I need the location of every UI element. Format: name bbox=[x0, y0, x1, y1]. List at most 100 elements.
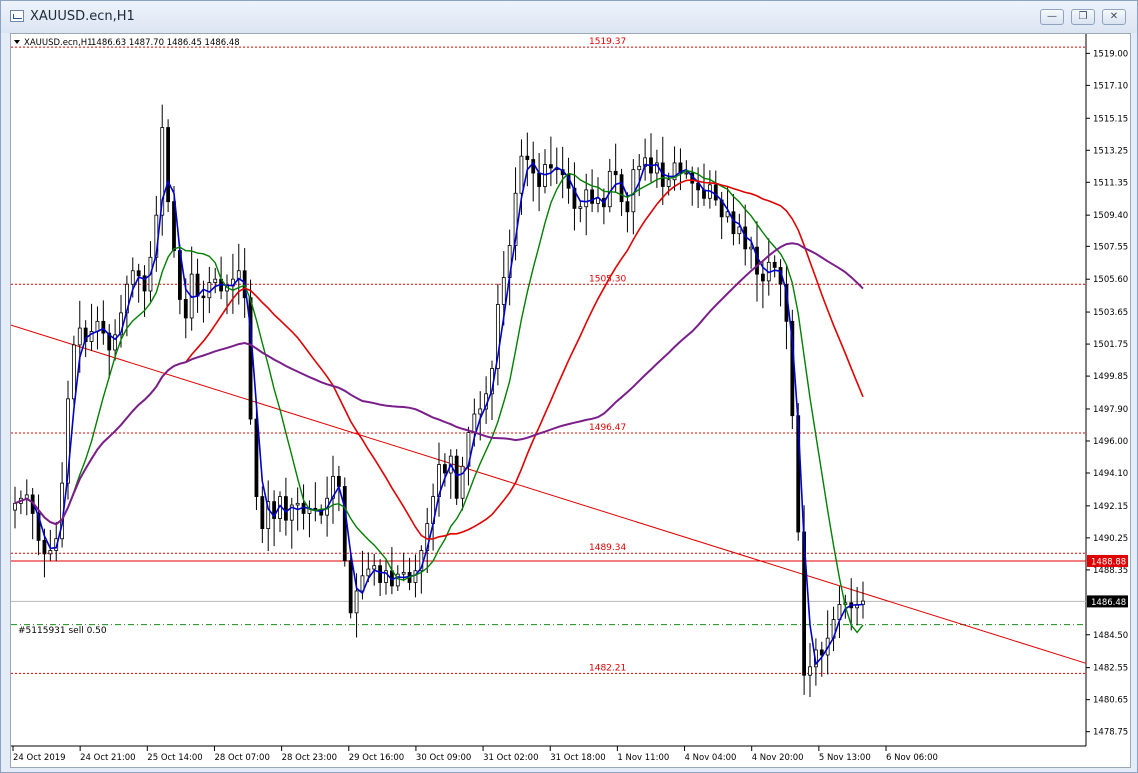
header-dropdown-icon[interactable] bbox=[14, 40, 20, 44]
candle bbox=[619, 168, 624, 216]
price-tick-label: 1490.25 bbox=[1093, 534, 1128, 544]
candle bbox=[95, 306, 100, 350]
candle bbox=[30, 487, 35, 540]
candle bbox=[166, 119, 171, 213]
candle bbox=[784, 265, 789, 350]
candle-body-down bbox=[342, 486, 347, 562]
candle bbox=[737, 213, 742, 245]
price-tick-label: 1509.40 bbox=[1093, 211, 1128, 221]
restore-icon: ❐ bbox=[1078, 11, 1088, 22]
price-axis: 1519.00 1517.10 1515.15 1513.25 1511.35 1509.… bbox=[1086, 49, 1128, 738]
candle-body-up bbox=[130, 270, 135, 285]
candle-body-down bbox=[625, 201, 630, 213]
time-tick-label: 24 Oct 21:00 bbox=[80, 753, 135, 763]
candle bbox=[601, 188, 606, 225]
candle-body-up bbox=[808, 666, 812, 676]
candle bbox=[707, 170, 712, 209]
close-icon: ✕ bbox=[1109, 11, 1119, 22]
candle-body-down bbox=[260, 496, 265, 530]
candle-body-down bbox=[731, 211, 736, 235]
price-tick-label: 1497.90 bbox=[1093, 405, 1128, 415]
window-title: XAUUSD.ecn,H1 bbox=[30, 9, 135, 24]
candle bbox=[548, 136, 553, 187]
candle-body-down bbox=[760, 273, 765, 282]
candle bbox=[625, 192, 630, 233]
candle bbox=[24, 479, 29, 516]
ma-fast-line bbox=[14, 161, 864, 666]
candle bbox=[60, 462, 65, 548]
candle bbox=[855, 586, 860, 626]
candle bbox=[201, 280, 206, 323]
candle bbox=[266, 480, 271, 552]
candle-body-up bbox=[607, 170, 612, 208]
candle-body-down bbox=[254, 418, 259, 497]
time-axis: 24 Oct 2019 24 Oct 21:00 25 Oct 14:00 28 Oc… bbox=[12, 746, 938, 763]
candle-body-up bbox=[666, 179, 671, 187]
order-label: #5115931 sell 0.50 bbox=[18, 626, 107, 636]
candle-body-up bbox=[48, 550, 53, 555]
chart-window: XAUUSD.ecn,H1 — ❐ ✕ XAUUSD.ecn,H1 1486.6… bbox=[0, 0, 1138, 773]
candle bbox=[861, 581, 865, 619]
price-tick-label: 1507.55 bbox=[1093, 242, 1128, 252]
candle bbox=[607, 158, 612, 213]
candle bbox=[772, 255, 777, 278]
candle-body-up bbox=[637, 165, 642, 171]
title-bar[interactable]: XAUUSD.ecn,H1 — ❐ ✕ bbox=[1, 1, 1137, 33]
candle-body-down bbox=[713, 184, 718, 201]
candle bbox=[713, 170, 718, 206]
trendline bbox=[10, 324, 1087, 664]
price-tick-label: 1499.85 bbox=[1093, 372, 1128, 382]
candle bbox=[407, 557, 412, 591]
chart-header-ohlc: 1486.63 1487.70 1486.45 1486.48 bbox=[91, 38, 240, 48]
candle-body-up bbox=[578, 206, 583, 209]
price-tick-label: 1494.10 bbox=[1093, 469, 1128, 479]
candle bbox=[702, 163, 706, 206]
candle-body-down bbox=[454, 455, 459, 499]
candlestick-chart[interactable]: XAUUSD.ecn,H1 1486.63 1487.70 1486.45 14… bbox=[10, 34, 1130, 767]
candle bbox=[537, 152, 542, 212]
candle bbox=[649, 133, 653, 183]
candle-body-up bbox=[501, 277, 506, 305]
horizontal-levels: 1519.371505.301496.471489.341482.21 bbox=[11, 37, 1086, 674]
time-tick-label: 29 Oct 16:00 bbox=[349, 753, 404, 763]
candle bbox=[213, 267, 218, 294]
candle-body-down bbox=[548, 164, 553, 169]
price-tick-label: 1496.00 bbox=[1093, 437, 1128, 447]
candle bbox=[495, 283, 500, 386]
candle bbox=[101, 300, 106, 345]
time-tick-label: 31 Oct 02:00 bbox=[483, 753, 538, 763]
candle-body-up bbox=[213, 278, 218, 283]
close-button[interactable]: ✕ bbox=[1102, 9, 1126, 25]
candle-body-up bbox=[401, 572, 406, 575]
candle-body-down bbox=[348, 560, 353, 614]
candle bbox=[778, 259, 783, 307]
candle bbox=[319, 504, 324, 524]
candle bbox=[578, 200, 583, 223]
restore-button[interactable]: ❐ bbox=[1071, 9, 1095, 25]
candle bbox=[543, 149, 547, 194]
candle bbox=[831, 606, 836, 652]
candle-body-down bbox=[101, 320, 106, 334]
candle-body-up bbox=[543, 164, 547, 187]
time-tick-label: 5 Nov 13:00 bbox=[819, 753, 871, 763]
candle-body-down bbox=[525, 155, 530, 160]
candles-layer bbox=[13, 104, 865, 697]
candle bbox=[531, 141, 536, 202]
candle bbox=[725, 186, 730, 223]
candle bbox=[825, 610, 830, 675]
candle bbox=[437, 442, 441, 517]
time-tick-label: 28 Oct 23:00 bbox=[282, 753, 337, 763]
time-tick-label: 24 Oct 2019 bbox=[13, 753, 66, 763]
price-tick-label: 1511.35 bbox=[1093, 178, 1128, 188]
candle-body-down bbox=[195, 273, 200, 297]
minimize-button[interactable]: — bbox=[1040, 9, 1064, 25]
candle-body-down bbox=[378, 565, 383, 583]
trendline-layer[interactable] bbox=[10, 324, 1087, 664]
price-tick-label: 1482.55 bbox=[1093, 664, 1128, 674]
price-tick-label: 1503.65 bbox=[1093, 308, 1128, 318]
candle bbox=[643, 138, 648, 181]
candle bbox=[554, 147, 559, 184]
candle-body-up bbox=[472, 413, 477, 433]
candle bbox=[448, 449, 453, 499]
chart-area[interactable]: XAUUSD.ecn,H1 1486.63 1487.70 1486.45 14… bbox=[10, 33, 1131, 768]
